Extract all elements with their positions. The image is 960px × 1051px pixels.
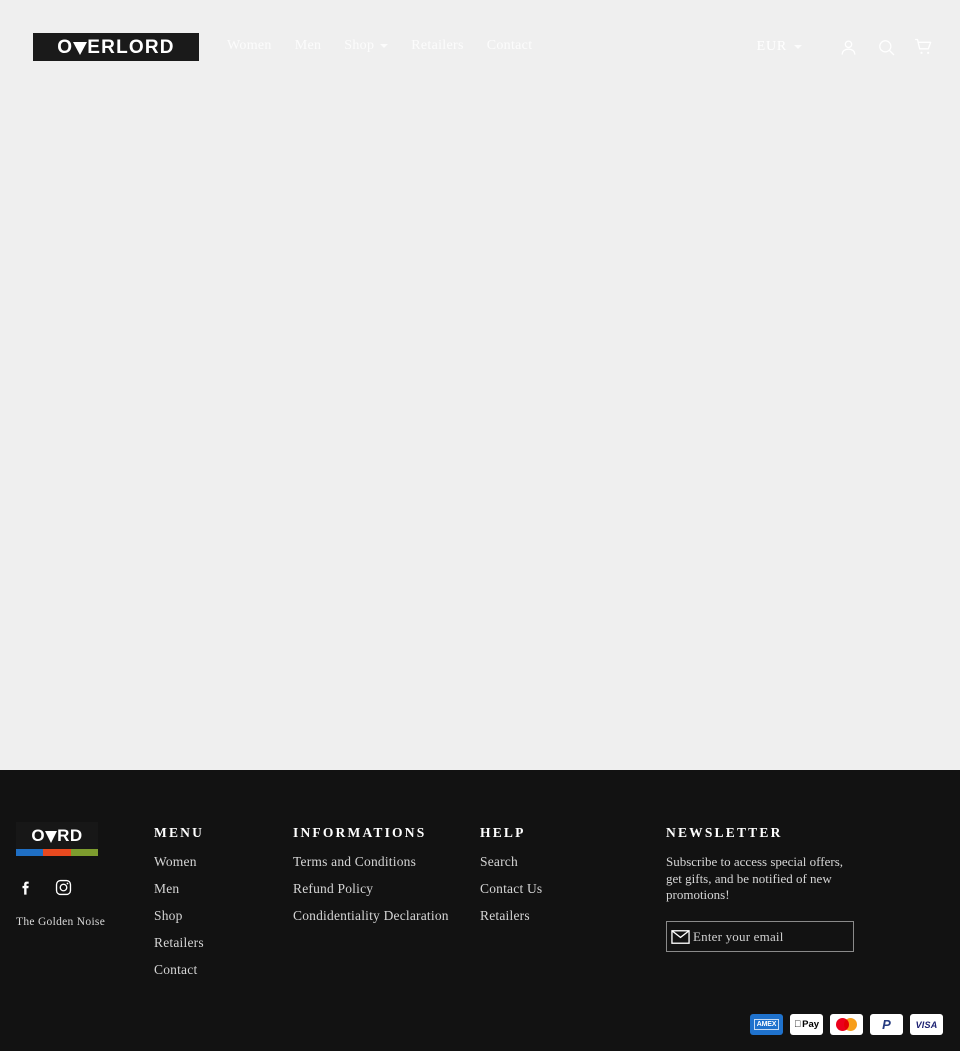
apple-pay-text: Pay: [798, 1019, 819, 1030]
footer-link-men[interactable]: Men: [154, 881, 204, 897]
footer-link-shop[interactable]: Shop: [154, 908, 204, 924]
newsletter-section: NEWSLETTER Subscribe to access special o…: [666, 825, 866, 953]
nav-item-label: Retailers: [411, 38, 464, 53]
payment-icon-paypal: P: [870, 1014, 903, 1035]
site-logo[interactable]: O ERLORD: [33, 33, 199, 61]
logo-v-arrow-icon: [45, 830, 58, 843]
main-navigation: Women Men Shop Retailers Contact: [227, 38, 532, 54]
newsletter-email-input[interactable]: [693, 928, 853, 945]
newsletter-submit-button[interactable]: [667, 922, 693, 951]
instagram-icon: [55, 879, 72, 896]
footer-column-title: INFORMATIONS: [293, 825, 427, 840]
main-content-area: [0, 94, 960, 770]
nav-item-contact[interactable]: Contact: [487, 38, 533, 54]
currency-value: EUR: [756, 39, 787, 54]
footer-brand: O RD: [16, 822, 146, 856]
footer-logo-color-bars: [16, 849, 98, 856]
apple-pay-label: Pay: [794, 1019, 819, 1030]
account-icon: [841, 40, 855, 55]
footer-link-contact-us[interactable]: Contact Us: [480, 881, 542, 897]
payment-icon-american-express: AMEX: [750, 1014, 783, 1035]
footer-link-search[interactable]: Search: [480, 854, 542, 870]
footer-link-retailers[interactable]: Retailers: [480, 908, 542, 924]
footer-logo[interactable]: O RD: [16, 822, 98, 856]
currency-selector[interactable]: EUR: [757, 39, 802, 55]
nav-item-label: Contact: [486, 38, 533, 53]
color-bar-orange: [43, 849, 71, 856]
site-logo-text-pre: O: [57, 36, 74, 58]
instagram-link[interactable]: [54, 878, 73, 902]
footer-logo-post: RD: [57, 826, 83, 845]
footer-tagline: The Golden Noise: [16, 916, 106, 928]
color-bar-green: [70, 849, 98, 856]
visa-label: VISA: [915, 1019, 938, 1030]
footer-logo-pre: O: [31, 826, 46, 845]
footer-link-retailers[interactable]: Retailers: [154, 935, 204, 951]
search-icon: [878, 39, 894, 55]
site-logo-text-post: ERLORD: [87, 36, 175, 58]
payment-icon-apple-pay: Pay: [790, 1014, 823, 1035]
nav-item-shop[interactable]: Shop: [344, 38, 389, 54]
social-links: [16, 878, 73, 902]
newsletter-title: NEWSLETTER: [666, 825, 783, 840]
site-logo-text: O ERLORD: [57, 38, 174, 57]
footer-logo-top: O RD: [16, 822, 98, 849]
newsletter-form: [666, 921, 854, 953]
footer-column-help: HELP Search Contact Us Retailers: [480, 825, 542, 935]
nav-item-women[interactable]: Women: [227, 38, 272, 54]
payment-icon-mastercard: [830, 1014, 863, 1035]
payment-methods: AMEX Pay P VISA: [750, 1014, 943, 1035]
facebook-link[interactable]: [16, 878, 35, 902]
envelope-icon: [670, 929, 690, 944]
chevron-down-icon: [794, 45, 802, 49]
footer-column-informations: INFORMATIONS Terms and Conditions Refund…: [293, 825, 449, 935]
nav-item-men[interactable]: Men: [295, 38, 322, 54]
footer-column-title: MENU: [154, 825, 205, 840]
footer-logo-text: O RD: [31, 827, 82, 844]
amex-label: AMEX: [753, 1019, 780, 1030]
cart-icon: [915, 38, 932, 54]
footer-column-menu: MENU Women Men Shop Retailers Contact: [154, 825, 204, 989]
paypal-label: P: [882, 1017, 891, 1032]
footer-link-refund-policy[interactable]: Refund Policy: [293, 881, 449, 897]
footer-link-contact[interactable]: Contact: [154, 962, 204, 978]
logo-v-arrow-icon: [73, 41, 88, 55]
nav-item-label: Men: [294, 38, 322, 53]
cart-button[interactable]: [910, 34, 938, 60]
chevron-down-icon: [380, 44, 389, 48]
header-actions: EUR: [757, 34, 938, 60]
nav-item-label: Shop: [344, 38, 375, 53]
color-bar-blue: [16, 849, 44, 856]
footer-link-terms-and-conditions[interactable]: Terms and Conditions: [293, 854, 449, 870]
footer-column-title: HELP: [480, 825, 526, 840]
mastercard-yellow-circle: [844, 1018, 857, 1031]
newsletter-description: Subscribe to access special offers, get …: [666, 854, 844, 903]
nav-item-retailers[interactable]: Retailers: [411, 38, 463, 54]
nav-item-label: Women: [227, 38, 272, 53]
search-button[interactable]: [872, 34, 900, 60]
account-button[interactable]: [834, 34, 862, 60]
footer-link-women[interactable]: Women: [154, 854, 204, 870]
site-header: O ERLORD Women Men Shop Retailers Contact…: [0, 0, 960, 94]
footer-link-confidentiality-declaration[interactable]: Condidentiality Declaration: [293, 908, 449, 924]
facebook-icon: [22, 881, 29, 895]
payment-icon-visa: VISA: [910, 1014, 943, 1035]
site-footer: O RD The Golden Noise MENU Women Men Sho…: [0, 770, 960, 1051]
